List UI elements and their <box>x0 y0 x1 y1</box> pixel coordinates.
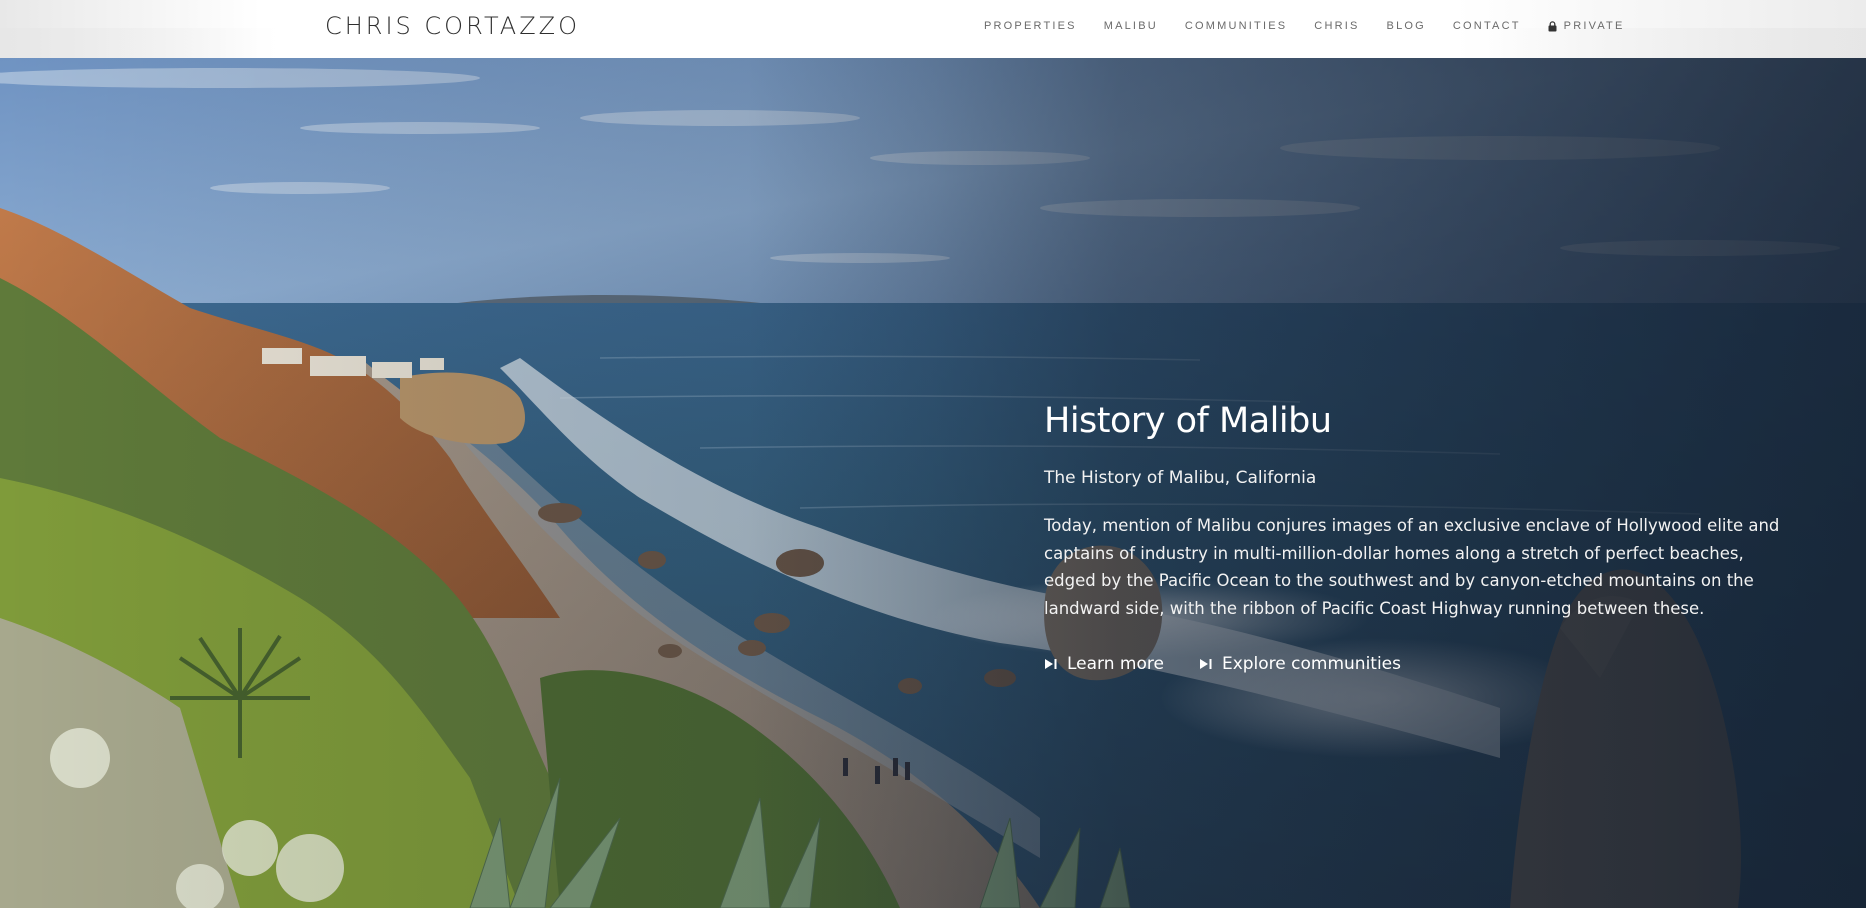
nav-item-blog[interactable]: BLOG <box>1387 20 1426 32</box>
nav-item-communities[interactable]: COMMUNITIES <box>1185 20 1287 32</box>
nav-item-private[interactable]: PRIVATE <box>1548 20 1625 32</box>
hero-section: History of Malibu The History of Malibu,… <box>0 58 1866 908</box>
play-next-icon <box>1044 658 1058 670</box>
nav-item-malibu[interactable]: MALIBU <box>1104 20 1158 32</box>
learn-more-link[interactable]: Learn more <box>1044 654 1164 674</box>
nav-item-private-label: PRIVATE <box>1563 20 1625 32</box>
nav-item-properties[interactable]: PROPERTIES <box>984 20 1077 32</box>
site-header: CHRIS CORTAZZO PROPERTIES MALIBU COMMUNI… <box>0 0 1866 58</box>
hero-title: History of Malibu <box>1044 401 1332 441</box>
explore-communities-link[interactable]: Explore communities <box>1199 654 1401 674</box>
hero-body-text: Today, mention of Malibu conjures images… <box>1044 516 1780 618</box>
main-nav: PROPERTIES MALIBU COMMUNITIES CHRIS BLOG… <box>984 20 1652 32</box>
nav-item-contact[interactable]: CONTACT <box>1453 20 1521 32</box>
hero-content: History of Malibu The History of Malibu,… <box>1044 400 1804 674</box>
hero-subtitle: The History of Malibu, California <box>1044 468 1317 488</box>
hero-links: Learn more Explore communities <box>1044 654 1804 674</box>
nav-item-chris[interactable]: CHRIS <box>1314 20 1359 32</box>
lock-icon <box>1548 20 1557 32</box>
site-logo[interactable]: CHRIS CORTAZZO <box>325 12 580 40</box>
explore-communities-label: Explore communities <box>1221 654 1401 674</box>
play-next-icon <box>1199 658 1213 670</box>
learn-more-label: Learn more <box>1067 654 1164 674</box>
